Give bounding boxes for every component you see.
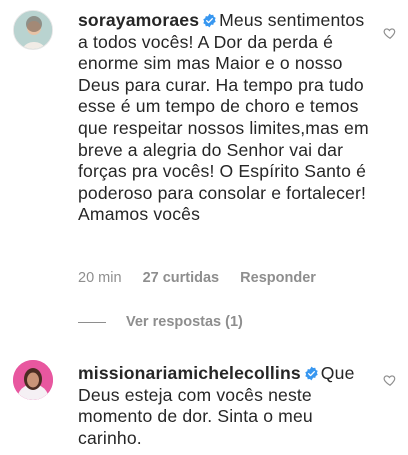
heart-outline-icon[interactable] <box>383 373 397 387</box>
avatar[interactable] <box>13 10 53 50</box>
comment-text: sorayamoraes Meus sentimentos a todos voc… <box>78 10 373 226</box>
avatar[interactable] <box>13 360 53 400</box>
comment-time[interactable]: 20 min <box>78 270 122 286</box>
verified-badge-icon <box>304 365 319 381</box>
comment-meta: 20 min 27 curtidas Responder <box>78 270 333 286</box>
reply-button[interactable]: Responder <box>240 270 316 286</box>
comment-likes[interactable]: 27 curtidas <box>143 270 220 286</box>
divider <box>78 321 106 323</box>
heart-outline-icon[interactable] <box>383 26 397 40</box>
comment-text: missionariamichelecollins Que Deus esteja… <box>78 363 373 449</box>
verified-badge-icon <box>202 12 217 28</box>
view-replies-button[interactable]: Ver respostas (1) <box>78 314 243 330</box>
view-replies-label: Ver respostas (1) <box>126 314 243 330</box>
comment-username[interactable]: sorayamoraes <box>78 10 199 30</box>
comment-username[interactable]: missionariamichelecollins <box>78 363 301 383</box>
comment-body: Meus sentimentos a todos vocês! A Dor da… <box>78 10 369 225</box>
